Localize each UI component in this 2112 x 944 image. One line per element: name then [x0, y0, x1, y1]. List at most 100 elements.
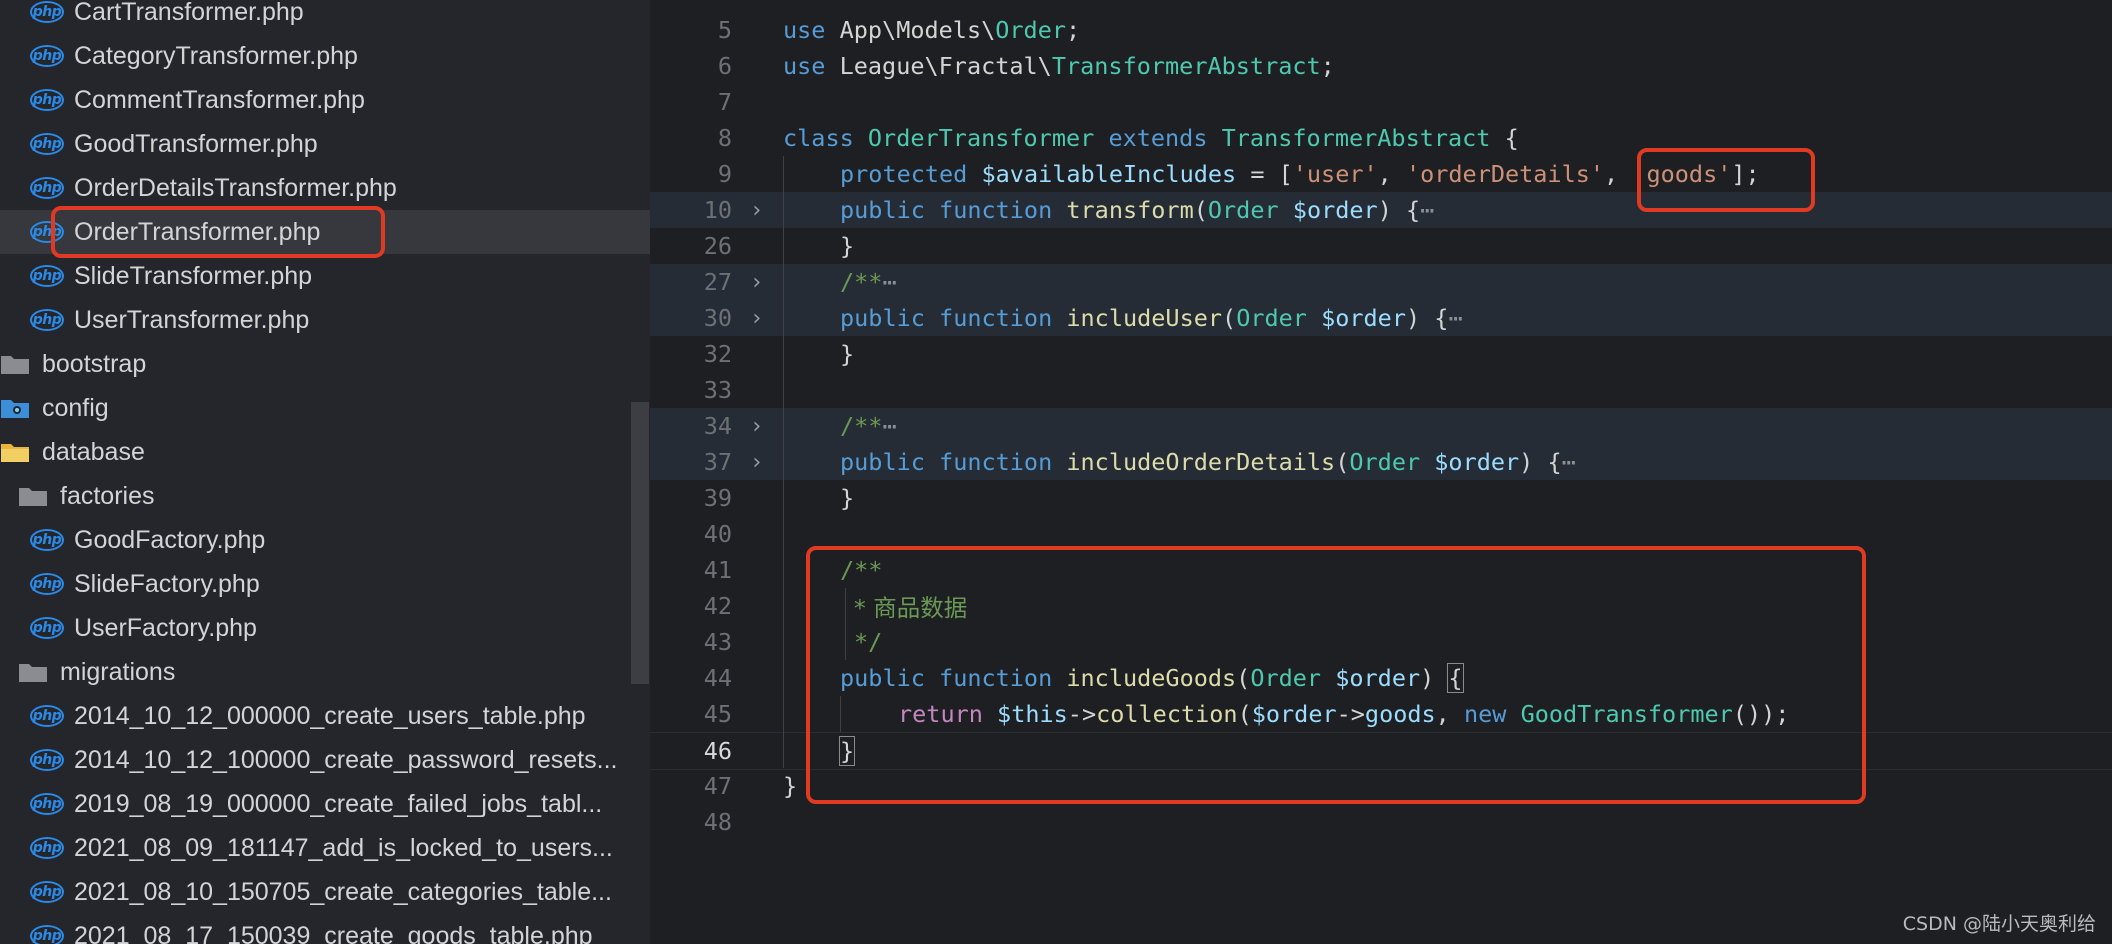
line-number: 9 [717, 160, 732, 188]
tree-item-label: UserTransformer.php [74, 305, 310, 334]
sidebar-scrollbar[interactable] [631, 402, 649, 684]
file-item[interactable]: php UserFactory.php [0, 606, 650, 650]
file-item[interactable]: php 2014_10_12_000000_create_users_table.… [0, 694, 650, 738]
folder-item[interactable]: factories [0, 474, 650, 518]
code-line[interactable]: 37 › public function includeOrderDetails… [650, 444, 2112, 480]
file-item[interactable]: php UserTransformer.php [0, 298, 650, 342]
tree-item-label: SlideTransformer.php [74, 261, 313, 290]
code-line[interactable]: 34 › /**⋯ [650, 408, 2112, 444]
fold-chevron-icon[interactable]: › [750, 306, 763, 331]
php-file-icon: php [30, 1, 64, 23]
php-file-icon: php [30, 617, 64, 639]
tree-item-label: 2014_10_12_100000_create_password_resets… [74, 745, 618, 774]
file-item[interactable]: php CommentTransformer.php [0, 78, 650, 122]
fold-chevron-icon[interactable]: › [750, 414, 763, 439]
file-item[interactable]: php GoodTransformer.php [0, 122, 650, 166]
folder-icon [0, 441, 30, 463]
line-number: 40 [703, 520, 732, 548]
line-number: 41 [703, 556, 732, 584]
tree-item-label: GoodTransformer.php [74, 129, 318, 158]
tree-item-label: CategoryTransformer.php [74, 41, 358, 70]
file-item[interactable]: php 2021_08_09_181147_add_is_locked_to_us… [0, 826, 650, 870]
line-number: 42 [703, 592, 732, 620]
tree-item-label: factories [60, 481, 155, 510]
code-line[interactable]: 5 use App\Models\Order; [650, 12, 2112, 48]
file-item[interactable]: php 2014_10_12_100000_create_password_res… [0, 738, 650, 782]
folded-ellipsis-icon[interactable]: ⋯ [1562, 448, 1576, 476]
fold-chevron-icon[interactable]: › [750, 270, 763, 295]
line-number: 46 [703, 737, 732, 765]
line-number: 33 [703, 376, 732, 404]
code-line[interactable]: 48 [650, 804, 2112, 840]
code-line[interactable]: 10 › public function transform(Order $or… [650, 192, 2112, 228]
code-line[interactable]: 9 protected $availableIncludes = ['user'… [650, 156, 2112, 192]
tree-item-label: 2014_10_12_000000_create_users_table.php [74, 701, 586, 730]
line-number: 37 [703, 448, 732, 476]
code-line[interactable]: 8 class OrderTransformer extends Transfo… [650, 120, 2112, 156]
folded-ellipsis-icon[interactable]: ⋯ [882, 412, 896, 440]
php-file-icon: php [30, 89, 64, 111]
code-line[interactable]: 39 } [650, 480, 2112, 516]
highlight-box-goods [1637, 148, 1815, 212]
highlight-box-include-goods [806, 546, 1866, 804]
php-file-icon: php [30, 705, 64, 727]
code-line[interactable]: 32 } [650, 336, 2112, 372]
open-folder-icon [18, 485, 48, 507]
tree-item-label: OrderDetailsTransformer.php [74, 173, 397, 202]
folder-item[interactable]: bootstrap [0, 342, 650, 386]
code-line[interactable]: 7 [650, 84, 2112, 120]
folded-ellipsis-icon[interactable]: ⋯ [882, 268, 896, 296]
line-number: 7 [717, 88, 732, 116]
file-item[interactable]: php 2021_08_10_150705_create_categories_t… [0, 870, 650, 914]
indent-guide [783, 156, 784, 768]
tree-item-label: SlideFactory.php [74, 569, 260, 598]
folded-ellipsis-icon[interactable]: ⋯ [1420, 196, 1434, 224]
tree-item-label: migrations [60, 657, 176, 686]
folded-ellipsis-icon[interactable]: ⋯ [1448, 304, 1462, 332]
file-item[interactable]: php SlideTransformer.php [0, 254, 650, 298]
folder-icon [0, 353, 30, 375]
file-item[interactable]: php SlideFactory.php [0, 562, 650, 606]
fold-chevron-icon[interactable]: › [750, 450, 763, 475]
tree-item-label: 2021_08_09_181147_add_is_locked_to_users… [74, 833, 613, 862]
php-file-icon: php [30, 177, 64, 199]
line-number: 30 [703, 304, 732, 332]
php-file-icon: php [30, 265, 64, 287]
code-line[interactable]: 26 } [650, 228, 2112, 264]
watermark: CSDN @陆小天奥利给 [1902, 913, 2096, 935]
tree-item-label: CartTransformer.php [74, 0, 304, 26]
line-number: 43 [703, 628, 732, 656]
php-file-icon: php [30, 573, 64, 595]
line-number: 6 [717, 52, 732, 80]
line-number: 5 [717, 16, 732, 44]
tree-item-label: bootstrap [42, 349, 147, 378]
folder-item[interactable]: config [0, 386, 650, 430]
line-number: 32 [703, 340, 732, 368]
php-file-icon: php [30, 881, 64, 903]
line-number: 47 [703, 772, 732, 800]
file-item[interactable]: php 2021_08_17_150039_create_goods_table.… [0, 914, 650, 944]
code-line[interactable]: 6 use League\Fractal\TransformerAbstract… [650, 48, 2112, 84]
file-item[interactable]: php 2019_08_19_000000_create_failed_jobs_… [0, 782, 650, 826]
highlight-box-sidebar [51, 206, 385, 258]
code-line[interactable]: 33 [650, 372, 2112, 408]
tree-item-label: 2019_08_19_000000_create_failed_jobs_tab… [74, 789, 603, 818]
file-item[interactable]: php GoodFactory.php [0, 518, 650, 562]
code-line[interactable]: 30 › public function includeUser(Order $… [650, 300, 2112, 336]
code-line[interactable]: 27 › /**⋯ [650, 264, 2112, 300]
php-file-icon: php [30, 793, 64, 815]
tree-item-label: 2021_08_17_150039_create_goods_table.php [74, 921, 593, 944]
folder-item[interactable]: migrations [0, 650, 650, 694]
tree-item-label: GoodFactory.php [74, 525, 266, 554]
tree-item-label: UserFactory.php [74, 613, 257, 642]
php-file-icon: php [30, 529, 64, 551]
folder-item[interactable]: database [0, 430, 650, 474]
tree-item-label: 2021_08_10_150705_create_categories_tabl… [74, 877, 612, 906]
fold-chevron-icon[interactable]: › [750, 198, 763, 223]
file-item[interactable]: php OrderDetailsTransformer.php [0, 166, 650, 210]
file-item[interactable]: php CategoryTransformer.php [0, 34, 650, 78]
open-folder-icon [18, 661, 48, 683]
line-number: 45 [703, 700, 732, 728]
config-folder-icon [0, 397, 30, 419]
file-item[interactable]: php CartTransformer.php [0, 0, 650, 34]
